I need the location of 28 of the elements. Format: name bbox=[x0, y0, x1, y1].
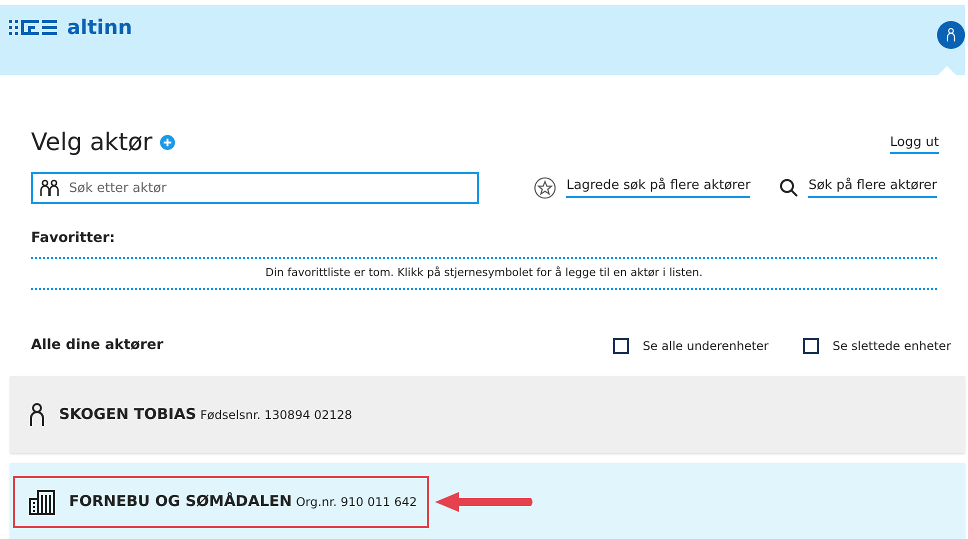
actor-id: Fødselsnr. 130894 02128 bbox=[200, 406, 352, 424]
plus-icon bbox=[160, 134, 176, 150]
actor-row[interactable]: FORNEBU OG SØMÅDALEN Org.nr. 910 011 642 bbox=[10, 463, 965, 539]
profile-button[interactable] bbox=[937, 21, 965, 49]
pointer-notch bbox=[937, 66, 957, 76]
checkbox-label: Se slettede enheter bbox=[832, 338, 951, 354]
logo-text: altinn bbox=[67, 17, 132, 37]
person-icon bbox=[29, 402, 45, 428]
search-link[interactable]: Lagrede søk på flere aktører bbox=[566, 178, 750, 198]
building-icon bbox=[29, 488, 55, 514]
actor-name: FORNEBU OG SØMÅDALEN bbox=[69, 491, 292, 512]
checkbox[interactable] bbox=[802, 338, 819, 354]
favorites-heading: Favoritter: bbox=[31, 229, 116, 248]
checkbox[interactable] bbox=[612, 338, 629, 354]
person-icon bbox=[946, 28, 956, 42]
actor-name: SKOGEN TOBIAS bbox=[59, 404, 196, 426]
logo-icon bbox=[9, 17, 59, 37]
checkbox-label: Se alle underenheter bbox=[642, 338, 769, 354]
logout-link[interactable]: Logg ut bbox=[890, 134, 939, 154]
people-icon bbox=[40, 179, 60, 197]
all-actors-heading: Alle dine aktører bbox=[31, 336, 164, 355]
actor-row[interactable]: SKOGEN TOBIAS Fødselsnr. 130894 02128 bbox=[10, 376, 965, 453]
search-link[interactable]: Søk på flere aktører bbox=[808, 178, 937, 198]
actor-id: Org.nr. 910 011 642 bbox=[296, 494, 417, 510]
search-field[interactable]: Søk etter aktør bbox=[31, 172, 479, 204]
favorites-empty-text: Din favorittliste er tom. Klikk på stjernesymbolet for å legge til en aktør i listen. bbox=[265, 265, 703, 282]
page-title: Velg aktør bbox=[31, 130, 152, 154]
search-icon bbox=[780, 179, 798, 197]
